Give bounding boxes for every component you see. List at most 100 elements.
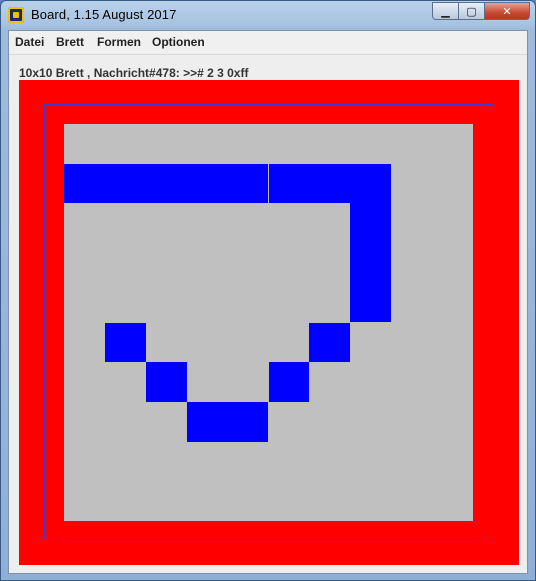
board-cell[interactable] <box>350 362 391 402</box>
board-cell[interactable] <box>432 323 473 363</box>
board-cell[interactable] <box>391 243 432 283</box>
board-cell[interactable] <box>105 481 146 521</box>
board-cell[interactable] <box>228 243 269 283</box>
board-cell[interactable] <box>105 442 146 482</box>
board-cell[interactable] <box>228 362 269 402</box>
board-cell[interactable] <box>432 124 473 164</box>
board-cell[interactable] <box>269 323 310 363</box>
board-cell[interactable] <box>309 283 350 323</box>
board-cell[interactable] <box>350 402 391 442</box>
board-cell[interactable] <box>350 203 392 244</box>
board-cell[interactable] <box>187 362 228 402</box>
board-cell[interactable] <box>64 402 105 442</box>
board-cell[interactable] <box>105 402 146 442</box>
menu-optionen[interactable]: Optionen <box>152 35 205 49</box>
board-cell[interactable] <box>309 442 350 482</box>
board-cell[interactable] <box>269 203 310 243</box>
menu-brett[interactable]: Brett <box>56 35 84 49</box>
board-cell[interactable] <box>350 243 392 283</box>
board-cell[interactable] <box>432 243 473 283</box>
board-cell[interactable] <box>64 362 105 402</box>
board-cell[interactable] <box>186 401 228 442</box>
board-cell[interactable] <box>64 203 105 243</box>
board-cell[interactable] <box>105 243 146 283</box>
board-cell[interactable] <box>228 323 269 363</box>
board-cell[interactable] <box>186 163 228 204</box>
board-cell[interactable] <box>309 322 351 363</box>
board-cell[interactable] <box>105 124 146 164</box>
board-cell[interactable] <box>187 283 228 323</box>
board-cell[interactable] <box>187 481 228 521</box>
board-cell[interactable] <box>432 481 473 521</box>
board-cell[interactable] <box>64 323 105 363</box>
board-cell[interactable] <box>146 442 187 482</box>
board-cell[interactable] <box>391 362 432 402</box>
board-cell[interactable] <box>146 481 187 521</box>
board-cell[interactable] <box>268 163 310 204</box>
board-cell[interactable] <box>228 481 269 521</box>
board-cell[interactable] <box>145 163 187 204</box>
board-cell[interactable] <box>432 402 473 442</box>
board-cell[interactable] <box>269 402 310 442</box>
board-cell[interactable] <box>105 362 146 402</box>
board-cell[interactable] <box>105 203 146 243</box>
board-cell[interactable] <box>105 283 146 323</box>
board-cell[interactable] <box>269 243 310 283</box>
board-cell[interactable] <box>391 402 432 442</box>
board-cell[interactable] <box>391 323 432 363</box>
board-cell[interactable] <box>391 283 432 323</box>
board-cell[interactable] <box>227 163 269 204</box>
board-cell[interactable] <box>432 283 473 323</box>
board-cell[interactable] <box>64 124 105 164</box>
board-cell[interactable] <box>350 481 391 521</box>
board-cell[interactable] <box>269 481 310 521</box>
board-cell[interactable] <box>269 124 310 164</box>
board-cell[interactable] <box>309 124 350 164</box>
board-cell[interactable] <box>309 481 350 521</box>
board-cell[interactable] <box>309 203 350 243</box>
board-cell[interactable] <box>64 283 105 323</box>
board-cell[interactable] <box>146 283 187 323</box>
minimize-button[interactable]: ▁ <box>432 2 459 20</box>
board-cell[interactable] <box>268 362 310 402</box>
title-bar[interactable]: Board, 1.15 August 2017 ▁ ▢ ✕ <box>1 1 535 29</box>
board-cell[interactable] <box>146 402 187 442</box>
board-cell[interactable] <box>350 442 391 482</box>
board-cell[interactable] <box>64 481 105 521</box>
board-cell[interactable] <box>350 124 391 164</box>
board-cell[interactable] <box>432 362 473 402</box>
board-cell[interactable] <box>146 124 187 164</box>
board-cell[interactable] <box>228 283 269 323</box>
menu-datei[interactable]: Datei <box>15 35 44 49</box>
board-cell[interactable] <box>187 243 228 283</box>
board-cell[interactable] <box>309 163 351 204</box>
board-cell[interactable] <box>309 362 350 402</box>
board-cell[interactable] <box>391 203 432 243</box>
board-cell[interactable] <box>146 323 187 363</box>
board-cell[interactable] <box>64 442 105 482</box>
board-cell[interactable] <box>269 283 310 323</box>
board-cell[interactable] <box>64 163 105 204</box>
board-cell[interactable] <box>187 323 228 363</box>
board-cell[interactable] <box>350 282 392 323</box>
board-cell[interactable] <box>391 124 432 164</box>
board-cell[interactable] <box>228 442 269 482</box>
board-cell[interactable] <box>228 124 269 164</box>
board-cell[interactable] <box>187 203 228 243</box>
board-cell[interactable] <box>309 243 350 283</box>
board-cell[interactable] <box>391 164 432 204</box>
board-cell[interactable] <box>64 243 105 283</box>
board-cell[interactable] <box>228 203 269 243</box>
close-button[interactable]: ✕ <box>485 2 530 20</box>
board-cell[interactable] <box>432 442 473 482</box>
board-cell[interactable] <box>350 323 391 363</box>
board-cell[interactable] <box>432 203 473 243</box>
board-cell[interactable] <box>145 362 187 402</box>
menu-formen[interactable]: Formen <box>97 35 141 49</box>
board-cell[interactable] <box>104 163 146 204</box>
board-cell[interactable] <box>309 402 350 442</box>
board-cell[interactable] <box>391 442 432 482</box>
board-cell[interactable] <box>269 442 310 482</box>
board-cell[interactable] <box>146 203 187 243</box>
board-cell[interactable] <box>187 442 228 482</box>
